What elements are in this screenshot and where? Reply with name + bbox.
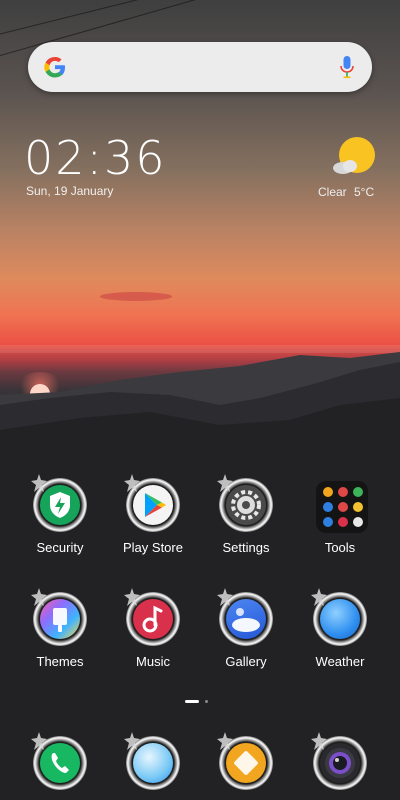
dock-notes[interactable] xyxy=(201,732,291,790)
app-label: Security xyxy=(36,540,84,555)
app-tools-folder[interactable]: Tools xyxy=(295,478,385,555)
app-play-store[interactable]: Play Store xyxy=(108,474,198,555)
page-dot-active xyxy=(185,700,199,703)
app-gallery[interactable]: Gallery xyxy=(201,588,291,669)
flower-decoration-icon xyxy=(31,732,47,750)
microphone-icon[interactable] xyxy=(340,55,354,79)
app-label: Themes xyxy=(36,654,84,669)
folder-app-previews xyxy=(323,487,363,527)
app-label: Weather xyxy=(315,654,365,669)
dock-camera[interactable] xyxy=(295,732,385,790)
flower-decoration-icon xyxy=(31,474,47,492)
app-weather[interactable]: Weather xyxy=(295,588,385,669)
flower-decoration-icon xyxy=(124,732,140,750)
flower-decoration-icon xyxy=(217,474,233,492)
flower-decoration-icon xyxy=(311,732,327,750)
mountain-silhouette xyxy=(0,352,400,800)
app-security[interactable]: Security xyxy=(15,474,105,555)
sun-partly-cloudy-icon[interactable] xyxy=(330,136,378,180)
app-label: Settings xyxy=(222,540,270,555)
app-settings[interactable]: Settings xyxy=(201,474,291,555)
clock-time[interactable]: 02:36 xyxy=(24,134,167,182)
weather-temperature[interactable]: 5°C xyxy=(354,185,374,199)
flower-decoration-icon xyxy=(311,588,327,606)
app-label: Play Store xyxy=(123,540,183,555)
weather-condition[interactable]: Clear xyxy=(318,185,347,199)
app-themes[interactable]: Themes xyxy=(15,588,105,669)
flower-decoration-icon xyxy=(217,732,233,750)
dock-messages[interactable] xyxy=(108,732,198,790)
dock-phone[interactable] xyxy=(15,732,105,790)
flower-decoration-icon xyxy=(31,588,47,606)
app-label: Gallery xyxy=(225,654,267,669)
flower-decoration-icon xyxy=(124,474,140,492)
flower-decoration-icon xyxy=(124,588,140,606)
app-music[interactable]: Music xyxy=(108,588,198,669)
clock-date[interactable]: Sun, 19 January xyxy=(26,184,113,198)
app-label: Tools xyxy=(324,540,356,555)
page-dot xyxy=(205,700,208,703)
google-g-icon xyxy=(44,57,65,78)
google-search-bar[interactable] xyxy=(28,42,372,92)
app-label: Music xyxy=(136,654,170,669)
flower-decoration-icon xyxy=(217,588,233,606)
